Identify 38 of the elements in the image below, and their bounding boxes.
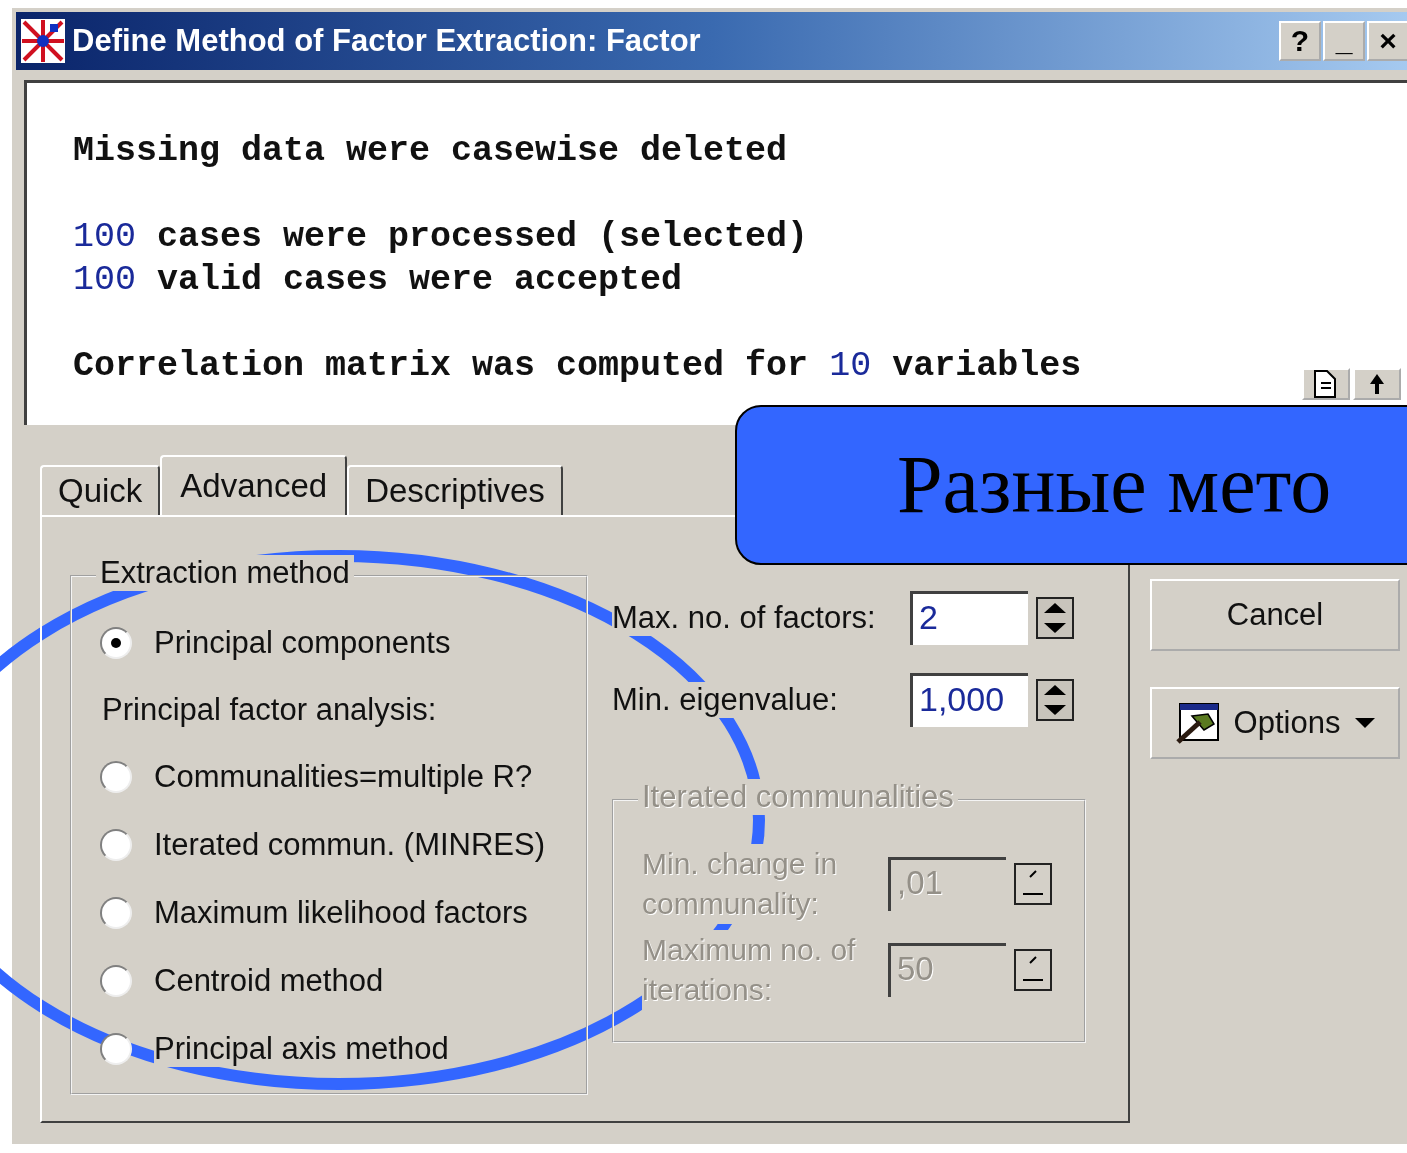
spin-buttons[interactable] [1036,679,1074,721]
minimize-button[interactable]: _ [1323,21,1365,61]
caret-icon [1354,717,1377,729]
output-line: 100 valid cases were accepted [73,259,683,302]
number-field[interactable]: 1,000 [910,673,1028,727]
spin-up-icon [1029,956,1037,964]
radio-button[interactable] [100,1033,132,1065]
down-arrow-icon [1044,705,1066,715]
radio-button[interactable] [100,627,132,659]
callout-note: Разные мето [735,405,1407,565]
radio-button[interactable] [100,897,132,929]
number-field[interactable]: 2 [910,591,1028,645]
tab[interactable]: Descriptives [347,465,563,515]
close-button[interactable]: × [1367,21,1407,61]
output-line: Correlation matrix was computed for 10 variables [73,345,1082,388]
down-arrow-icon [1044,623,1066,633]
app-icon [20,18,66,64]
document-icon [1313,370,1339,398]
window-title: Define Method of Factor Extraction: Factor [72,23,702,59]
group-title: Iterated communalities [638,779,958,815]
spin-buttons[interactable] [1036,597,1074,639]
radio-button[interactable] [100,761,132,793]
output-line: 100 cases were processed (selected) [73,216,809,259]
tab[interactable]: Advanced [160,455,348,515]
spin-up-icon [1029,870,1037,878]
group-title: Extraction method [96,555,354,591]
tab[interactable]: Quick [40,465,161,515]
scroll-up-button[interactable] [1353,368,1401,400]
copy-button[interactable] [1302,368,1350,400]
radio-button[interactable] [100,829,132,861]
up-arrow-icon [1368,372,1386,396]
help-button[interactable]: ? [1279,21,1321,61]
cancel-button[interactable]: Cancel [1150,579,1400,651]
up-arrow-icon [1044,603,1066,613]
output-line: Missing data were casewise deleted [73,130,788,173]
options-button[interactable]: Options [1150,687,1400,759]
radio-button[interactable] [100,965,132,997]
up-arrow-icon [1044,685,1066,695]
